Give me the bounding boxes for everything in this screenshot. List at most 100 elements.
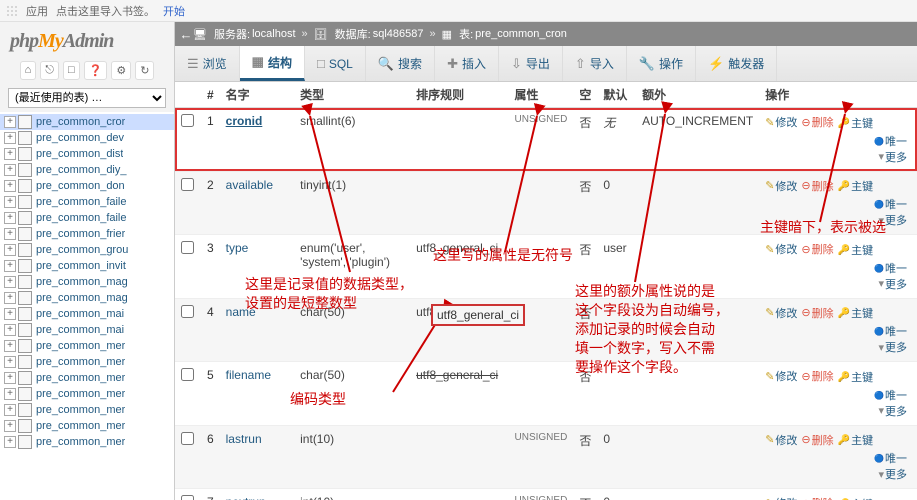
tree-item[interactable]: +pre_common_diy_ xyxy=(0,162,174,178)
crumb-database[interactable]: sql486587 xyxy=(373,28,424,40)
tab-搜索[interactable]: 🔍搜索 xyxy=(366,46,435,81)
unique-link[interactable]: 唯一 xyxy=(874,260,907,276)
more-link[interactable]: 更多 xyxy=(878,149,907,165)
sql-icon[interactable]: □ xyxy=(63,61,80,80)
reload-icon[interactable]: ↻ xyxy=(135,61,154,80)
expand-icon[interactable]: + xyxy=(4,228,16,240)
delete-link[interactable]: 删除 xyxy=(801,241,833,257)
col-null[interactable]: 空 xyxy=(573,82,597,108)
delete-link[interactable]: 删除 xyxy=(801,495,833,500)
tab-浏览[interactable]: ☰浏览 xyxy=(175,46,240,81)
tab-触发器[interactable]: ⚡触发器 xyxy=(696,46,777,81)
expand-icon[interactable]: + xyxy=(4,132,16,144)
edit-link[interactable]: 修改 xyxy=(765,114,797,130)
tree-item[interactable]: +pre_common_mer xyxy=(0,402,174,418)
expand-icon[interactable]: + xyxy=(4,388,16,400)
tree-item[interactable]: +pre_common_mer xyxy=(0,434,174,450)
field-name[interactable]: nextrun xyxy=(220,489,295,500)
collapse-sidebar-button[interactable]: ← xyxy=(179,27,193,42)
row-checkbox[interactable] xyxy=(181,114,194,127)
tree-item[interactable]: +pre_common_dev xyxy=(0,130,174,146)
tree-item[interactable]: +pre_common_faile xyxy=(0,194,174,210)
expand-icon[interactable]: + xyxy=(4,180,16,192)
primary-key-link[interactable]: 主键 xyxy=(838,115,873,131)
expand-icon[interactable]: + xyxy=(4,324,16,336)
start-link[interactable]: 开始 xyxy=(163,3,185,19)
unique-link[interactable]: 唯一 xyxy=(874,196,907,212)
expand-icon[interactable]: + xyxy=(4,260,16,272)
col-default[interactable]: 默认 xyxy=(597,82,636,108)
settings-icon[interactable]: ⚙ xyxy=(111,61,131,80)
expand-icon[interactable]: + xyxy=(4,420,16,432)
delete-link[interactable]: 删除 xyxy=(801,305,833,321)
field-name[interactable]: available xyxy=(220,171,295,235)
primary-key-link[interactable]: 主键 xyxy=(838,305,873,321)
edit-link[interactable]: 修改 xyxy=(765,305,797,321)
row-checkbox[interactable] xyxy=(181,305,194,318)
apps-grid-icon[interactable] xyxy=(6,5,18,17)
more-link[interactable]: 更多 xyxy=(878,212,907,228)
tree-item[interactable]: +pre_common_mer xyxy=(0,418,174,434)
row-checkbox[interactable] xyxy=(181,368,194,381)
expand-icon[interactable]: + xyxy=(4,372,16,384)
delete-link[interactable]: 删除 xyxy=(801,432,833,448)
tab-导入[interactable]: ⇧导入 xyxy=(563,46,627,81)
tree-item[interactable]: +pre_common_mag xyxy=(0,290,174,306)
col-collation[interactable]: 排序规则 xyxy=(410,82,508,108)
app-logo[interactable]: phpMyAdmin xyxy=(0,22,174,57)
expand-icon[interactable]: + xyxy=(4,340,16,352)
expand-icon[interactable]: + xyxy=(4,148,16,160)
tree-item[interactable]: +pre_common_mer xyxy=(0,338,174,354)
tree-item[interactable]: +pre_common_cror xyxy=(0,114,174,130)
delete-link[interactable]: 删除 xyxy=(801,178,833,194)
tree-item[interactable]: +pre_common_mer xyxy=(0,370,174,386)
col-extra[interactable]: 额外 xyxy=(636,82,759,108)
field-name[interactable]: cronid xyxy=(220,108,295,172)
row-checkbox[interactable] xyxy=(181,432,194,445)
col-type[interactable]: 类型 xyxy=(294,82,410,108)
tab-插入[interactable]: ✚插入 xyxy=(435,46,499,81)
tab-导出[interactable]: ⇩导出 xyxy=(499,46,563,81)
apps-label[interactable]: 应用 xyxy=(26,3,48,19)
primary-key-link[interactable]: 主键 xyxy=(838,432,873,448)
more-link[interactable]: 更多 xyxy=(878,339,907,355)
logout-icon[interactable]: ⎋ xyxy=(40,61,59,80)
col-ops[interactable]: 操作 xyxy=(759,82,917,108)
row-checkbox[interactable] xyxy=(181,178,194,191)
more-link[interactable]: 更多 xyxy=(878,466,907,482)
home-icon[interactable]: ⌂ xyxy=(20,61,37,80)
expand-icon[interactable]: + xyxy=(4,404,16,416)
field-name[interactable]: filename xyxy=(220,362,295,426)
expand-icon[interactable]: + xyxy=(4,212,16,224)
tree-item[interactable]: +pre_common_mer xyxy=(0,386,174,402)
expand-icon[interactable]: + xyxy=(4,356,16,368)
expand-icon[interactable]: + xyxy=(4,164,16,176)
primary-key-link[interactable]: 主键 xyxy=(838,496,873,500)
field-name[interactable]: type xyxy=(220,235,295,299)
tree-item[interactable]: +pre_common_frier xyxy=(0,226,174,242)
edit-link[interactable]: 修改 xyxy=(765,241,797,257)
docs-icon[interactable]: ❓ xyxy=(84,61,108,80)
expand-icon[interactable]: + xyxy=(4,244,16,256)
tree-item[interactable]: +pre_common_grou xyxy=(0,242,174,258)
field-name[interactable]: lastrun xyxy=(220,425,295,489)
row-checkbox[interactable] xyxy=(181,241,194,254)
tree-item[interactable]: +pre_common_mag xyxy=(0,274,174,290)
expand-icon[interactable]: + xyxy=(4,276,16,288)
unique-link[interactable]: 唯一 xyxy=(874,133,907,149)
expand-icon[interactable]: + xyxy=(4,308,16,320)
expand-icon[interactable]: + xyxy=(4,436,16,448)
tree-item[interactable]: +pre_common_mer xyxy=(0,354,174,370)
tab-操作[interactable]: 🔧操作 xyxy=(627,46,696,81)
tree-item[interactable]: +pre_common_mai xyxy=(0,322,174,338)
tab-SQL[interactable]: □SQL xyxy=(305,46,366,81)
recent-tables-select[interactable]: (最近使用的表) … xyxy=(8,88,166,108)
edit-link[interactable]: 修改 xyxy=(765,432,797,448)
delete-link[interactable]: 删除 xyxy=(801,368,833,384)
col-attr[interactable]: 属性 xyxy=(509,82,574,108)
tab-结构[interactable]: ▦结构 xyxy=(240,46,305,81)
expand-icon[interactable]: + xyxy=(4,292,16,304)
more-link[interactable]: 更多 xyxy=(878,276,907,292)
field-name[interactable]: name xyxy=(220,298,295,362)
more-link[interactable]: 更多 xyxy=(878,403,907,419)
